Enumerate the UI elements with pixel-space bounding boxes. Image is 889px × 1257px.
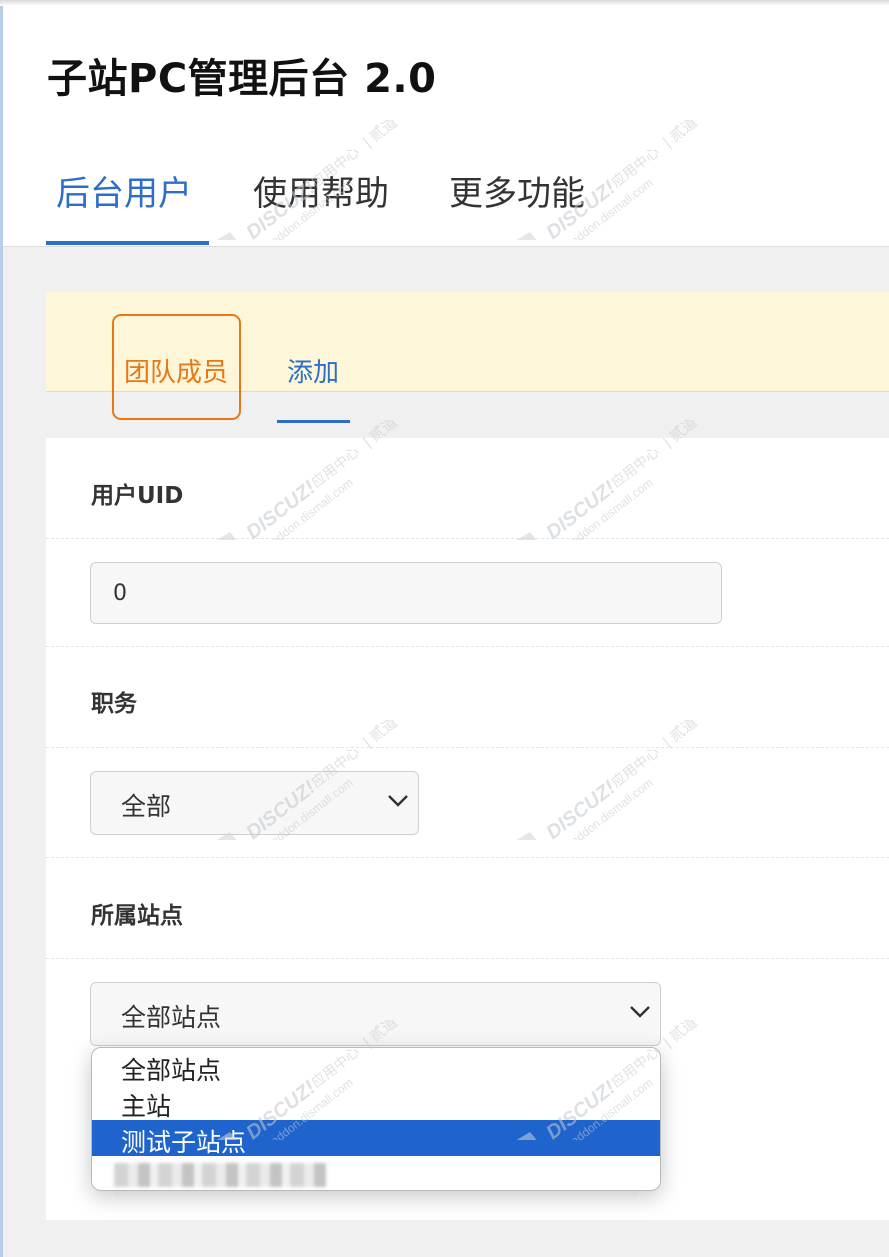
header: 子站PC管理后台 2.0 后台用户 使用帮助 更多功能 <box>3 6 889 247</box>
row-divider <box>46 958 889 959</box>
role-select[interactable]: 全部 <box>90 771 419 835</box>
option-redacted[interactable] <box>114 1163 326 1187</box>
sub-navigation: 团队成员 添加 <box>46 292 889 423</box>
tab-more-features[interactable]: 更多功能 <box>449 166 585 215</box>
option-main-site[interactable]: 主站 <box>92 1084 660 1121</box>
row-divider <box>46 646 889 647</box>
uid-label: 用户UID <box>91 483 184 509</box>
site-select-value: 全部站点 <box>121 1003 222 1032</box>
role-select-value: 全部 <box>121 792 172 821</box>
active-tab-indicator <box>46 241 209 245</box>
tab-help[interactable]: 使用帮助 <box>253 166 389 215</box>
option-all-sites[interactable]: 全部站点 <box>92 1048 660 1085</box>
site-dropdown-list: 全部站点 主站 测试子站点 <box>91 1047 661 1191</box>
row-divider <box>46 747 889 748</box>
chevron-down-icon <box>630 1006 650 1018</box>
site-select[interactable]: 全部站点 <box>90 982 661 1046</box>
subtab-team-members[interactable]: 团队成员 <box>124 352 228 389</box>
tab-backend-users[interactable]: 后台用户 <box>56 166 192 215</box>
chevron-down-icon <box>388 795 408 807</box>
subtab-add[interactable]: 添加 <box>287 352 339 389</box>
page-title: 子站PC管理后台 2.0 <box>47 56 437 102</box>
option-test-subsite[interactable]: 测试子站点 <box>92 1120 660 1157</box>
uid-input[interactable] <box>90 562 722 624</box>
role-label: 职务 <box>91 691 137 717</box>
subtab-active-indicator <box>277 420 350 423</box>
row-divider <box>46 538 889 539</box>
row-divider <box>46 857 889 858</box>
site-label: 所属站点 <box>91 903 183 929</box>
